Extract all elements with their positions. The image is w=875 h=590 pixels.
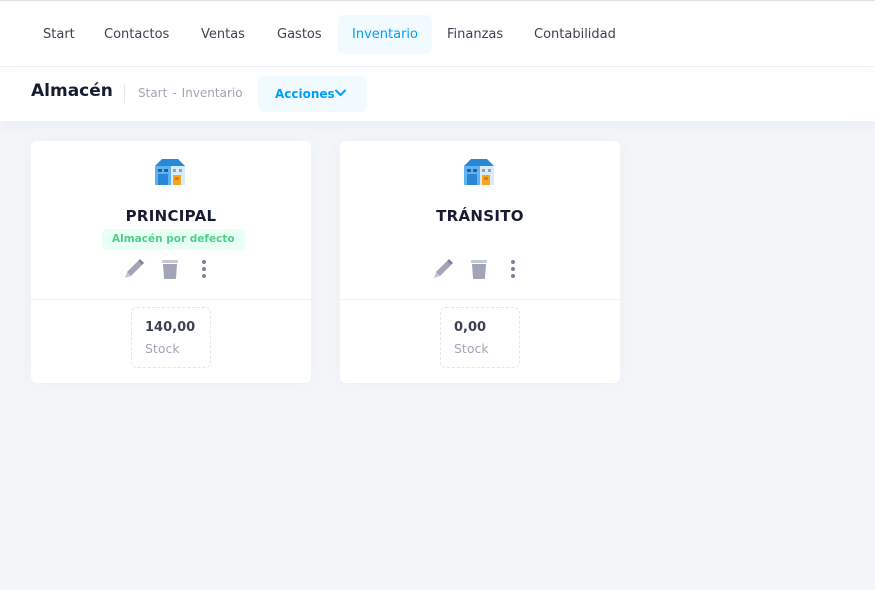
- warehouse-name: TRÁNSITO: [436, 207, 524, 225]
- more-vertical-icon: [511, 260, 515, 278]
- nav-inventario[interactable]: Inventario: [338, 15, 432, 54]
- nav-gastos[interactable]: Gastos: [263, 15, 336, 54]
- nav-contactos[interactable]: Contactos: [90, 15, 183, 54]
- nav-contabilidad[interactable]: Contabilidad: [520, 15, 630, 54]
- default-warehouse-badge: Almacén por defecto: [102, 229, 245, 250]
- stock-value: 0,00: [454, 320, 487, 335]
- breadcrumb-separator: -: [172, 86, 177, 100]
- chevron-down-icon: [335, 89, 346, 96]
- card-divider: [340, 299, 620, 300]
- more-options-button[interactable]: [193, 258, 215, 280]
- breadcrumb-inventario[interactable]: Inventario: [182, 86, 243, 100]
- actions-label: Acciones: [275, 87, 335, 101]
- top-navigation: Start Contactos Ventas Gastos Inventario…: [0, 0, 875, 67]
- edit-button[interactable]: [432, 258, 454, 280]
- actions-dropdown-button[interactable]: Acciones: [258, 76, 367, 112]
- card-divider: [31, 299, 311, 300]
- breadcrumb-start[interactable]: Start: [138, 86, 167, 100]
- warehouse-building-icon: [154, 158, 186, 190]
- edit-button[interactable]: [123, 258, 145, 280]
- stock-label: Stock: [454, 341, 489, 356]
- more-vertical-icon: [202, 260, 206, 278]
- delete-button[interactable]: [468, 258, 490, 280]
- warehouse-name: PRINCIPAL: [125, 207, 217, 225]
- page-toolbar: Almacén Start - Inventario Acciones: [0, 67, 875, 121]
- title-divider: [124, 85, 125, 103]
- trash-icon: [162, 260, 178, 279]
- warehouse-building-icon: [463, 158, 495, 190]
- more-options-button[interactable]: [502, 258, 524, 280]
- delete-button[interactable]: [159, 258, 181, 280]
- pencil-icon: [125, 259, 144, 278]
- page-title: Almacén: [31, 81, 113, 101]
- nav-ventas[interactable]: Ventas: [187, 15, 259, 54]
- warehouse-card-transito: TRÁNSITO 0,00 Stock: [340, 141, 620, 383]
- pencil-icon: [434, 259, 453, 278]
- warehouse-card-principal: PRINCIPAL Almacén por defecto 140,00 Sto…: [31, 141, 311, 383]
- nav-start[interactable]: Start: [29, 15, 89, 54]
- breadcrumb: Start - Inventario: [138, 86, 243, 100]
- nav-finanzas[interactable]: Finanzas: [433, 15, 517, 54]
- stock-stat-box: 140,00 Stock: [131, 307, 211, 368]
- stock-stat-box: 0,00 Stock: [440, 307, 520, 368]
- trash-icon: [471, 260, 487, 279]
- stock-value: 140,00: [145, 320, 196, 335]
- stock-label: Stock: [145, 341, 180, 356]
